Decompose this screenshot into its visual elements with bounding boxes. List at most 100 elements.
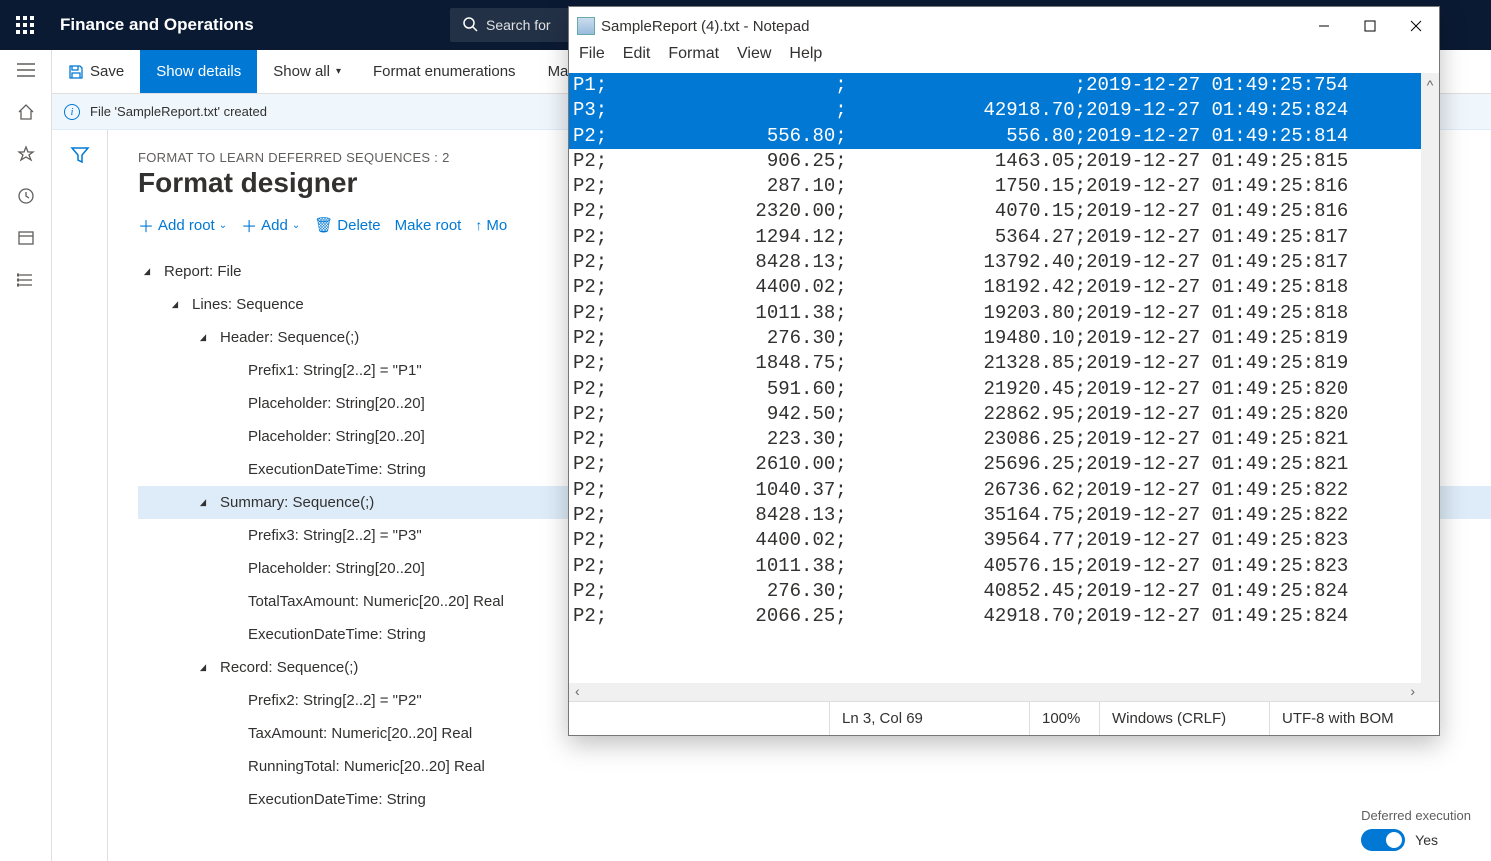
- move-button[interactable]: ↑ Mo: [475, 217, 507, 234]
- save-label: Save: [90, 63, 124, 80]
- properties-panel: Deferred execution Yes: [1361, 808, 1471, 851]
- tree-node-label: Placeholder: String[20..20]: [248, 560, 425, 577]
- save-button[interactable]: Save: [52, 50, 140, 93]
- notepad-line[interactable]: P2; 2066.25; 42918.70;2019-12-27 01:49:2…: [569, 604, 1439, 629]
- notepad-line[interactable]: P2; 591.60; 21920.45;2019-12-27 01:49:25…: [569, 377, 1439, 402]
- show-all-button[interactable]: Show all ▾: [257, 50, 357, 93]
- app-launcher-button[interactable]: [0, 0, 50, 50]
- notepad-line[interactable]: P2; 8428.13; 13792.40;2019-12-27 01:49:2…: [569, 250, 1439, 275]
- toggle-switch[interactable]: [1361, 829, 1405, 851]
- notepad-line[interactable]: P1; ; ;2019-12-27 01:49:25:754: [569, 73, 1439, 98]
- hamburger-icon[interactable]: [16, 60, 36, 80]
- tree-node-label: Record: Sequence(;): [220, 659, 358, 676]
- notepad-window: SampleReport (4).txt - Notepad File Edit…: [568, 6, 1440, 736]
- tree-node-label: Header: Sequence(;): [220, 329, 359, 346]
- notepad-line[interactable]: P2; 942.50; 22862.95;2019-12-27 01:49:25…: [569, 402, 1439, 427]
- status-encoding: UTF-8 with BOM: [1269, 702, 1439, 735]
- menu-view[interactable]: View: [737, 45, 771, 73]
- delete-label: Delete: [337, 217, 380, 234]
- show-details-label: Show details: [156, 63, 241, 80]
- notepad-title: SampleReport (4).txt - Notepad: [601, 18, 809, 35]
- add-button[interactable]: ＋Add ⌄: [241, 213, 300, 237]
- notepad-line[interactable]: P2; 276.30; 19480.10;2019-12-27 01:49:25…: [569, 326, 1439, 351]
- chevron-down-icon: ⌄: [292, 220, 300, 231]
- tree-node-label: ExecutionDateTime: String: [248, 626, 426, 643]
- tree-node[interactable]: RunningTotal: Numeric[20..20] Real: [138, 750, 1491, 783]
- notepad-icon: [577, 17, 595, 35]
- tree-node-label: Prefix2: String[2..2] = "P2": [248, 692, 422, 709]
- tree-node-label: TaxAmount: Numeric[20..20] Real: [248, 725, 472, 742]
- horizontal-scrollbar[interactable]: ‹›: [569, 683, 1421, 701]
- tree-node-label: Report: File: [164, 263, 242, 280]
- close-button[interactable]: [1393, 7, 1439, 45]
- app-title: Finance and Operations: [60, 15, 254, 35]
- move-label: Mo: [486, 217, 507, 234]
- chevron-down-icon[interactable]: ◢: [195, 332, 211, 343]
- show-details-button[interactable]: Show details: [140, 50, 257, 93]
- notepad-line[interactable]: P2; 1848.75; 21328.85;2019-12-27 01:49:2…: [569, 351, 1439, 376]
- menu-help[interactable]: Help: [789, 45, 822, 73]
- make-root-label: Make root: [395, 217, 462, 234]
- chevron-down-icon: ▾: [336, 66, 341, 77]
- favorites-icon[interactable]: [16, 144, 36, 164]
- notepad-line[interactable]: P2; 4400.02; 18192.42;2019-12-27 01:49:2…: [569, 275, 1439, 300]
- chevron-down-icon[interactable]: ◢: [195, 662, 211, 673]
- notepad-line[interactable]: P2; 1011.38; 40576.15;2019-12-27 01:49:2…: [569, 554, 1439, 579]
- info-message-text: File 'SampleReport.txt' created: [90, 104, 267, 119]
- deferred-execution-label: Deferred execution: [1361, 808, 1471, 823]
- notepad-line[interactable]: P2; 2610.00; 25696.25;2019-12-27 01:49:2…: [569, 452, 1439, 477]
- home-icon[interactable]: [16, 102, 36, 122]
- tree-node-label: RunningTotal: Numeric[20..20] Real: [248, 758, 485, 775]
- workspace-icon[interactable]: [16, 228, 36, 248]
- recent-icon[interactable]: [16, 186, 36, 206]
- menu-edit[interactable]: Edit: [623, 45, 651, 73]
- search-icon: [462, 16, 478, 35]
- tree-node-label: Placeholder: String[20..20]: [248, 428, 425, 445]
- make-root-button[interactable]: Make root: [395, 217, 462, 234]
- tree-node[interactable]: ExecutionDateTime: String: [138, 783, 1491, 816]
- toggle-value-text: Yes: [1415, 832, 1438, 848]
- notepad-line[interactable]: P2; 1294.12; 5364.27;2019-12-27 01:49:25…: [569, 225, 1439, 250]
- notepad-menu: File Edit Format View Help: [569, 45, 1439, 73]
- tree-node-label: Prefix1: String[2..2] = "P1": [248, 362, 422, 379]
- notepad-line[interactable]: P2; 287.10; 1750.15;2019-12-27 01:49:25:…: [569, 174, 1439, 199]
- deferred-execution-toggle[interactable]: Yes: [1361, 829, 1471, 851]
- status-zoom: 100%: [1029, 702, 1099, 735]
- vertical-scrollbar[interactable]: ^: [1421, 73, 1439, 701]
- notepad-line[interactable]: P2; 1011.38; 19203.80;2019-12-27 01:49:2…: [569, 301, 1439, 326]
- tree-node-label: Lines: Sequence: [192, 296, 304, 313]
- notepad-line[interactable]: P2; 4400.02; 39564.77;2019-12-27 01:49:2…: [569, 528, 1439, 553]
- notepad-line[interactable]: P2; 223.30; 23086.25;2019-12-27 01:49:25…: [569, 427, 1439, 452]
- format-enumerations-button[interactable]: Format enumerations: [357, 50, 532, 93]
- trash-icon: 🗑: [314, 216, 333, 234]
- modules-icon[interactable]: [16, 270, 36, 290]
- notepad-line[interactable]: P2; 2320.00; 4070.15;2019-12-27 01:49:25…: [569, 199, 1439, 224]
- chevron-down-icon[interactable]: ◢: [195, 497, 211, 508]
- tree-node-label: Summary: Sequence(;): [220, 494, 374, 511]
- notepad-line[interactable]: P2; 1040.37; 26736.62;2019-12-27 01:49:2…: [569, 478, 1439, 503]
- search-placeholder: Search for: [486, 17, 551, 33]
- chevron-down-icon[interactable]: ◢: [139, 266, 155, 277]
- show-all-label: Show all: [273, 63, 330, 80]
- menu-format[interactable]: Format: [668, 45, 719, 73]
- notepad-line[interactable]: P2; 906.25; 1463.05;2019-12-27 01:49:25:…: [569, 149, 1439, 174]
- notepad-line[interactable]: P2; 8428.13; 35164.75;2019-12-27 01:49:2…: [569, 503, 1439, 528]
- plus-icon: ＋: [138, 213, 154, 237]
- notepad-titlebar[interactable]: SampleReport (4).txt - Notepad: [569, 7, 1439, 45]
- notepad-line[interactable]: P3; ; 42918.70;2019-12-27 01:49:25:824: [569, 98, 1439, 123]
- filter-icon[interactable]: [70, 146, 90, 861]
- notepad-line[interactable]: P2; 556.80; 556.80;2019-12-27 01:49:25:8…: [569, 124, 1439, 149]
- arrow-up-icon: ↑: [475, 217, 482, 233]
- chevron-down-icon[interactable]: ◢: [167, 299, 183, 310]
- window-controls: [1301, 7, 1439, 45]
- tree-node-label: TotalTaxAmount: Numeric[20..20] Real: [248, 593, 504, 610]
- menu-file[interactable]: File: [579, 45, 605, 73]
- notepad-line[interactable]: P2; 276.30; 40852.45;2019-12-27 01:49:25…: [569, 579, 1439, 604]
- minimize-button[interactable]: [1301, 7, 1347, 45]
- add-root-button[interactable]: ＋Add root ⌄: [138, 213, 227, 237]
- maximize-button[interactable]: [1347, 7, 1393, 45]
- delete-button[interactable]: 🗑 Delete: [314, 216, 380, 234]
- info-icon: i: [64, 104, 80, 120]
- notepad-text-area[interactable]: P1; ; ;2019-12-27 01:49:25:754P3; ; 4291…: [569, 73, 1439, 701]
- notepad-status-bar: Ln 3, Col 69 100% Windows (CRLF) UTF-8 w…: [569, 701, 1439, 735]
